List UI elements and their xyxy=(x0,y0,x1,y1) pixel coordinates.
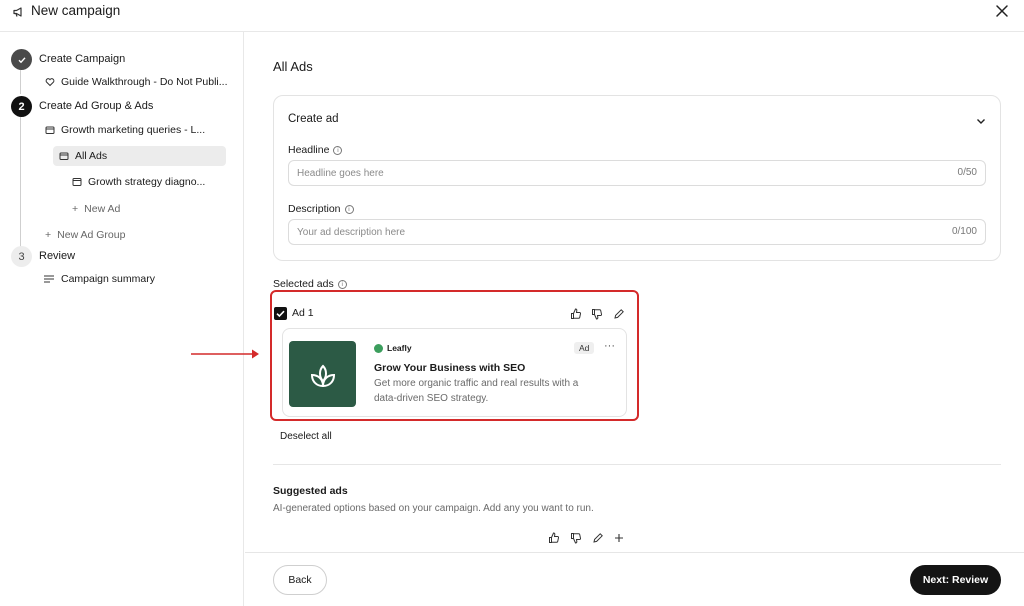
description-label-text: Description xyxy=(288,203,341,215)
thumbs-down-icon[interactable] xyxy=(570,532,582,544)
ad-description: Get more organic traffic and real result… xyxy=(374,378,579,404)
ad-badge: Ad xyxy=(574,342,595,354)
create-ad-card: Create ad Headline i 0/50 Description i … xyxy=(273,95,1001,261)
sidebar-item-label: Campaign summary xyxy=(61,273,155,285)
create-ad-title[interactable]: Create ad xyxy=(288,113,339,125)
description-counter: 0/100 xyxy=(951,226,977,237)
step-1-label[interactable]: Create Campaign xyxy=(39,53,125,65)
sidebar-item-label: Guide Walkthrough - Do Not Publi... xyxy=(61,76,228,88)
sidebar-item-new-ad[interactable]: + New Ad xyxy=(72,203,120,215)
sidebar-item-label: New Ad Group xyxy=(57,229,126,241)
description-input[interactable] xyxy=(297,220,917,244)
footer-divider xyxy=(245,552,1024,553)
sidebar-item-campaign-summary[interactable]: Campaign summary xyxy=(43,273,155,285)
sidebar-item-growth-strategy[interactable]: Growth strategy diagno... xyxy=(72,176,205,188)
sidebar-item-label: Growth marketing queries - L... xyxy=(61,124,206,136)
suggested-ads-title: Suggested ads xyxy=(273,485,348,497)
description-field: 0/100 xyxy=(288,219,986,245)
leaf-logo-icon xyxy=(310,364,335,388)
headline-label: Headline i xyxy=(288,144,343,156)
ad-1-checkbox[interactable] xyxy=(274,307,287,320)
headline-label-text: Headline xyxy=(288,144,330,156)
info-icon[interactable]: i xyxy=(333,145,343,155)
ad-headline: Grow Your Business with SEO xyxy=(374,362,526,374)
sidebar-item-label: All Ads xyxy=(75,150,108,162)
thumbs-up-icon[interactable] xyxy=(548,532,560,544)
back-button[interactable]: Back xyxy=(273,565,327,595)
brand-logo-icon xyxy=(374,344,383,353)
step-2-badge: 2 xyxy=(11,96,32,117)
thumbs-down-icon[interactable] xyxy=(591,308,603,320)
pencil-icon[interactable] xyxy=(592,532,604,544)
section-title: All Ads xyxy=(273,59,313,74)
ad-preview-card[interactable]: Leafly Ad ··· Grow Your Business with SE… xyxy=(282,328,627,417)
deselect-all-button[interactable]: Deselect all xyxy=(280,431,332,442)
plus-icon[interactable] xyxy=(613,532,625,544)
step-number: 3 xyxy=(18,250,25,263)
red-arrow-annotation xyxy=(191,349,259,359)
step-3-badge: 3 xyxy=(11,246,32,267)
ad-1-label: Ad 1 xyxy=(292,307,314,319)
step-number: 2 xyxy=(18,100,25,113)
sidebar-item-new-ad-group[interactable]: + New Ad Group xyxy=(45,229,125,241)
step-3-label[interactable]: Review xyxy=(39,250,75,262)
info-icon[interactable]: i xyxy=(344,204,354,214)
chevron-down-icon[interactable] xyxy=(975,115,987,127)
pencil-icon[interactable] xyxy=(613,308,625,320)
sidebar: Create Campaign Guide Walkthrough - Do N… xyxy=(0,32,244,606)
sidebar-item-label: New Ad xyxy=(84,203,121,215)
page-title: New campaign xyxy=(31,3,121,18)
selected-ads-label: Selected ads i xyxy=(273,278,347,290)
sidebar-item-ad-group[interactable]: Growth marketing queries - L... xyxy=(45,124,205,136)
list-icon xyxy=(44,275,54,283)
heart-icon xyxy=(45,78,55,87)
megaphone-icon xyxy=(13,7,22,17)
top-bar: New campaign xyxy=(0,0,1024,32)
thumbs-up-icon[interactable] xyxy=(570,308,582,320)
step-2-label[interactable]: Create Ad Group & Ads xyxy=(39,100,153,112)
step-connector xyxy=(20,117,21,247)
ad-icon xyxy=(72,178,82,186)
plus-icon: + xyxy=(72,203,79,215)
selected-ads-label-text: Selected ads xyxy=(273,278,334,290)
ad-thumbnail xyxy=(289,341,356,407)
section-divider xyxy=(273,464,1001,465)
brand-name: Leafly xyxy=(387,343,412,353)
close-icon[interactable] xyxy=(994,3,1010,19)
folder-icon xyxy=(45,126,55,134)
info-icon[interactable]: i xyxy=(337,279,347,289)
step-connector xyxy=(20,70,21,94)
headline-field: 0/50 xyxy=(288,160,986,186)
next-review-button[interactable]: Next: Review xyxy=(910,565,1001,595)
check-icon xyxy=(276,310,285,318)
plus-icon: + xyxy=(45,229,52,241)
headline-counter: 0/50 xyxy=(957,167,977,178)
more-options-icon[interactable]: ··· xyxy=(604,340,615,352)
folder-icon xyxy=(59,152,69,160)
sidebar-item-all-ads[interactable]: All Ads xyxy=(59,150,107,162)
headline-input[interactable] xyxy=(297,161,917,185)
sidebar-item-label: Growth strategy diagno... xyxy=(88,176,206,188)
description-label: Description i xyxy=(288,203,354,215)
sidebar-item-guide[interactable]: Guide Walkthrough - Do Not Publi... xyxy=(45,76,228,88)
suggested-ads-subtitle: AI-generated options based on your campa… xyxy=(273,503,594,514)
step-1-check-icon xyxy=(11,49,32,70)
